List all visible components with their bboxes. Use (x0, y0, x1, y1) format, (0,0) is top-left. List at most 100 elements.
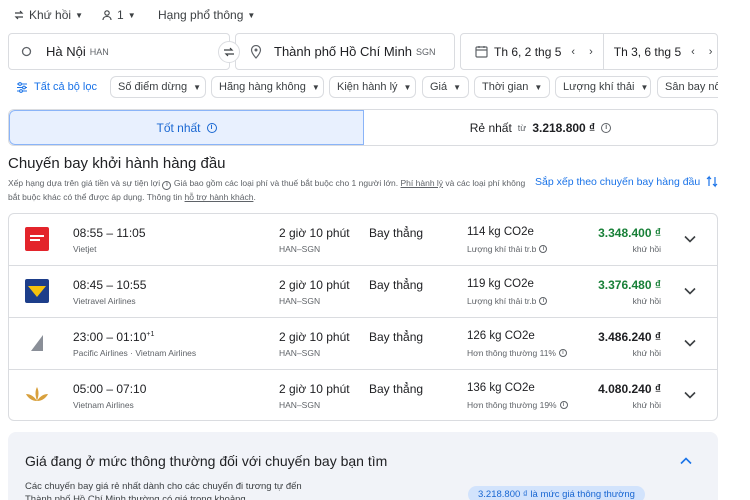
flight-duration: 2 giờ 10 phút (279, 226, 350, 240)
destination-code: SGN (416, 46, 436, 57)
return-date[interactable]: Th 3, 6 thg 5 (614, 45, 681, 59)
sort-tabs: Tốt nhất i Rẻ nhất từ 3.218.800 ₫ i (8, 109, 718, 146)
subtitle-ranking: Xếp hạng dựa trên giá tiền và sự tiện lợ… (8, 178, 161, 188)
flight-row-vietnam-airlines[interactable]: 05:00 – 07:10 Vietnam Airlines 2 giờ 10 … (9, 370, 717, 420)
stops-filter-label: Số điểm dừng (118, 81, 188, 93)
info-icon[interactable]: i (206, 122, 217, 133)
sort-button[interactable]: Sắp xếp theo chuyến bay hàng đầu (535, 175, 718, 188)
flight-time: 05:00 – 07:10 (73, 382, 146, 396)
airports-filter-label: Sân bay nối (665, 81, 718, 93)
price-type: khứ hồi (632, 244, 661, 254)
tab-best[interactable]: Tốt nhất i (9, 110, 364, 145)
emission-note-text: Hơn thông thường 19% (467, 400, 557, 410)
price-type: khứ hồi (632, 348, 661, 358)
chevron-right-icon[interactable]: › (709, 46, 713, 58)
flight-list: 08:55 – 11:05 Vietjet 2 giờ 10 phút HAN–… (8, 213, 718, 421)
dropdown-triangle-icon: ▼ (453, 82, 462, 92)
tab-cheapest[interactable]: Rẻ nhất từ 3.218.800 ₫ i (364, 110, 717, 145)
tab-best-label: Tốt nhất (156, 120, 201, 135)
airports-filter[interactable]: Sân bay nối (657, 76, 718, 98)
bag-fees-link[interactable]: Phí hành lý (401, 178, 444, 188)
cabin-class-label: Hạng phổ thông (158, 8, 244, 22)
date-field[interactable]: Th 6, 2 thg 5 ‹ › Th 3, 6 thg 5 ‹ › (460, 33, 718, 70)
price-filter[interactable]: Giá ▼ (422, 76, 469, 98)
emission-note-text: Lượng khí thải tr.b (467, 244, 537, 254)
all-filters-label: Tất cả bộ lọc (34, 81, 97, 93)
airlines-filter[interactable]: Hãng hàng không ▼ (211, 76, 324, 98)
times-filter[interactable]: Thời gian ▼ (474, 76, 550, 98)
emission-note-text: Lượng khí thải tr.b (467, 296, 537, 306)
section-title: Chuyến bay khởi hành hàng đầu (8, 155, 226, 172)
stops-filter[interactable]: Số điểm dừng ▼ (110, 76, 206, 98)
info-icon[interactable]: i (601, 122, 612, 133)
flight-price: 3.376.480 ₫ (598, 278, 661, 292)
destination-city: Thành phố Hồ Chí Minh (274, 44, 413, 59)
flight-row-vietravel[interactable]: 08:45 – 10:55 Vietravel Airlines 2 giờ 1… (9, 266, 717, 318)
info-icon[interactable]: i (162, 180, 172, 190)
chevron-left-icon[interactable]: ‹ (691, 46, 695, 58)
cabin-class-dropdown[interactable]: Hạng phổ thông ▼ (158, 6, 255, 24)
expand-chevron-icon[interactable] (681, 386, 699, 404)
round-trip-icon (14, 10, 24, 20)
flight-route: HAN–SGN (279, 348, 321, 358)
flight-row-pacific[interactable]: 23:00 – 01:10+1 Pacific Airlines · Vietn… (9, 318, 717, 370)
airline-name: Vietravel Airlines (73, 296, 136, 306)
subtitle-price-note: Giá bao gồm các loại phí và thuế bắt buộ… (173, 178, 399, 188)
flight-time-text: 05:00 – 07:10 (73, 382, 147, 396)
passengers-dropdown[interactable]: 1 ▼ (101, 6, 136, 24)
flight-time: 08:55 – 11:05 (73, 226, 146, 240)
trip-type-dropdown[interactable]: Khứ hồi ▼ (13, 6, 83, 24)
flight-duration: 2 giờ 10 phút (279, 330, 350, 344)
depart-date[interactable]: Th 6, 2 thg 5 (494, 45, 561, 59)
bags-filter[interactable]: Kiện hành lý ▼ (329, 76, 416, 98)
vietravel-logo-icon (24, 278, 50, 304)
flight-co2: 119 kg CO2e (467, 278, 534, 290)
tab-cheapest-label: Rẻ nhất (469, 120, 512, 135)
origin-field[interactable]: Hà Nội HAN (8, 33, 230, 70)
person-icon (102, 10, 112, 21)
circle-icon (21, 46, 32, 57)
chevron-right-icon[interactable]: › (589, 46, 593, 58)
emissions-filter[interactable]: Lượng khí thải ▼ (555, 76, 651, 98)
tab-cheapest-price: 3.218.800 ₫ (532, 120, 596, 135)
airlines-filter-label: Hãng hàng không (219, 81, 306, 93)
expand-chevron-icon[interactable] (681, 230, 699, 248)
all-filters-button[interactable]: Tất cả bộ lọc (8, 76, 104, 98)
flight-row-vietjet[interactable]: 08:55 – 11:05 Vietjet 2 giờ 10 phút HAN–… (9, 214, 717, 266)
price-type: khứ hồi (632, 400, 661, 410)
flight-time-text: 23:00 – 01:10 (73, 330, 147, 344)
airline-name: Vietjet (73, 244, 97, 254)
expand-chevron-icon[interactable] (681, 334, 699, 352)
emission-note: Lượng khí thải tr.b i (467, 244, 548, 254)
info-icon[interactable]: i (539, 297, 548, 305)
collapse-chevron-icon[interactable] (680, 452, 692, 470)
tab-cheapest-from: từ (517, 122, 527, 133)
origin-city: Hà Nội (46, 44, 86, 59)
flight-route: HAN–SGN (279, 400, 321, 410)
emission-note: Hơn thông thường 11% i (467, 348, 567, 358)
emission-note-text: Hơn thông thường 11% (467, 348, 556, 358)
flight-duration: 2 giờ 10 phút (279, 382, 350, 396)
insight-title-bold: thông thường (130, 453, 216, 469)
info-icon[interactable]: i (559, 401, 568, 409)
origin-code: HAN (89, 46, 109, 57)
location-pin-icon (250, 44, 262, 59)
filter-sliders-icon (17, 81, 27, 93)
insight-title-b: đối với chuyến bay bạn tìm (219, 453, 388, 469)
info-icon[interactable]: i (539, 245, 548, 253)
dropdown-triangle-icon: ▼ (534, 82, 543, 92)
price-filter-label: Giá (430, 81, 448, 93)
info-icon[interactable]: i (558, 349, 567, 357)
swap-button[interactable] (218, 41, 240, 63)
destination-field[interactable]: Thành phố Hồ Chí Minh SGN (235, 33, 455, 70)
passenger-assistance-link[interactable]: hỗ trợ hành khách (185, 192, 254, 202)
expand-chevron-icon[interactable] (681, 282, 699, 300)
sort-label: Sắp xếp theo chuyến bay hàng đầu (535, 175, 701, 188)
vietjet-logo-icon (24, 226, 50, 252)
dropdown-triangle-icon: ▼ (403, 82, 412, 92)
flight-co2: 114 kg CO2e (467, 226, 534, 238)
chevron-left-icon[interactable]: ‹ (571, 46, 575, 58)
price-insight-panel: Giá đang ở mức thông thường đối với chuy… (8, 432, 718, 500)
insight-title-a: Giá đang ở mức (25, 453, 127, 469)
times-filter-label: Thời gian (482, 81, 529, 93)
